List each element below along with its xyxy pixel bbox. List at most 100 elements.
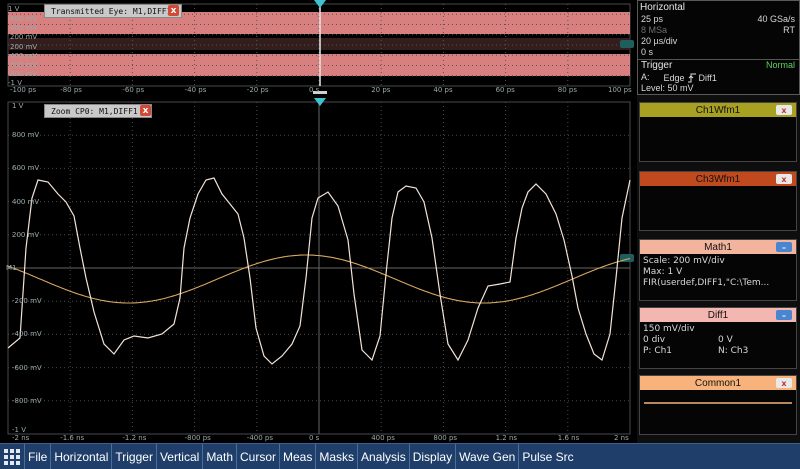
trigger-title: Trigger [641,60,673,71]
signal-icon-ch3[interactable]: Ch3Wfm1 x [639,171,797,231]
signal-icon-ch1[interactable]: Ch1Wfm1 x [639,102,797,162]
minimize-icon: – [782,242,786,252]
signal-header-math1: Math1 – [640,240,796,254]
zoom-y-label-9: -800 mV [12,396,42,405]
overview-title-text: Transmitted Eye: M1,DIFF1 [51,6,172,16]
overview-close-button[interactable]: x [168,5,179,16]
menu-horizontal[interactable]: Horizontal [50,443,111,469]
zoom-x-label-7: 800 ps [433,434,458,442]
acq-mode-value: RT [783,25,795,35]
math1-expression: FIR(userdef,DIFF1,"C:\Tem... [643,278,770,288]
rising-edge-icon [687,73,696,82]
close-icon: x [142,105,149,116]
overview-x-label-3: -40 ps [184,86,207,94]
overview-diagram-title[interactable]: Transmitted Eye: M1,DIFF1 [44,4,182,18]
signal-icon-common1[interactable]: Common1 x [639,375,797,435]
record-length-value: 8 MSa [641,25,668,35]
zoom-x-label-6: 400 ps [371,434,395,442]
menu-math[interactable]: Math [202,443,236,469]
overview-y-label-3: 200 mV [10,33,38,41]
zoom-y-label-7: -400 mV [12,330,42,339]
zoom-x-label-2: -1.2 ns [122,434,147,442]
resolution-value: 25 ps [641,14,664,24]
position-value: 0 s [641,47,654,57]
overview-x-label-9: 80 ps [557,86,578,94]
overview-x-label-7: 40 ps [433,86,453,94]
overview-x-label-0: -100 ps [10,86,37,94]
diff1-offset: 0 V [718,335,733,345]
menu-masks[interactable]: Masks [315,443,357,469]
overview-y-label-7: 800 mV [10,70,38,78]
diff1-scale: 150 mV/div [643,324,695,334]
trigger-header: Trigger Normal [641,60,795,72]
zoom-y-label-4: 200 mV [12,230,40,239]
app-menu-grid-icon[interactable] [0,444,24,469]
menu-analysis[interactable]: Analysis [357,443,409,469]
overview-y-label-5: 400 mV [10,52,38,60]
zoom-y-label-1: 800 mV [12,131,40,140]
menu-display[interactable]: Display [408,443,455,469]
trigger-row-2: Level: 50 mV [641,83,795,94]
zoom-x-label-1: -1.6 ns [60,434,85,442]
signal-name-common1: Common1 [694,377,742,389]
math1-minimize-button[interactable]: – [776,242,792,252]
horizontal-trigger-box[interactable]: Horizontal 25 ps 40 GSa/s 8 MSa RT 20 µs… [637,0,800,95]
zoom-y-label-10: -1 V [12,426,26,434]
overview-diagram[interactable]: Transmitted Eye: M1,DIFF1 x 1 V 600 mV 400… [0,0,636,96]
diff1-source-row: P: Ch1 N: Ch3 [640,346,796,357]
zoom-x-label-4: -400 ps [246,434,273,442]
time-scale-value: 20 µs/div [641,36,678,46]
common1-close-button[interactable]: x [776,378,792,388]
common1-trace-preview [644,402,792,404]
ch3-close-button[interactable]: x [776,174,792,184]
close-icon: x [170,5,177,16]
signal-header-ch3: Ch3Wfm1 x [640,172,796,186]
overview-x-label-6: 20 ps [371,86,391,94]
sample-rate-value: 40 GSa/s [757,14,795,24]
diff1-minimize-button[interactable]: – [776,310,792,320]
zoom-diagram[interactable]: Zoom CP0: M1,DIFF1 x 1 V 800 mV 600 mV 400 … [0,98,636,443]
overview-x-label-8: 60 ps [495,86,515,94]
trigger-row-1: A: Edge Diff1 [641,72,795,83]
zoom-y-label-6: -200 mV [12,297,42,306]
close-icon: x [781,105,787,115]
menu-vertical[interactable]: Vertical [155,443,202,469]
menu-cursor[interactable]: Cursor [236,443,279,469]
trigger-mode: Normal [765,60,795,70]
signal-name-ch3: Ch3Wfm1 [695,173,741,185]
menu-items: File Horizontal Trigger Vertical Math Cursor M… [24,443,577,469]
zoom-y-label-2: 600 mV [12,164,40,173]
trace-marker [620,40,634,48]
menu-trigger[interactable]: Trigger [111,443,156,469]
horizontal-row-2: 8 MSa RT [641,25,795,36]
zoom-y-label-5: M1 [6,264,17,272]
zoom-y-label-0: 1 V [12,102,24,110]
ch1-close-button[interactable]: x [776,105,792,115]
overview-x-label-1: -80 ps [60,86,82,94]
zoom-diagram-title[interactable]: Zoom CP0: M1,DIFF1 [44,104,152,118]
diff1-offset-row: 0 div 0 V [640,335,796,346]
close-icon: x [781,174,787,184]
zoom-y-label-8: -600 mV [12,363,42,372]
zoom-close-button[interactable]: x [140,105,151,116]
overview-x-label-2: -60 ps [122,86,145,94]
overview-x-label-5: 0 s [309,86,320,94]
menu-pulse-src[interactable]: Pulse Src [518,443,576,469]
menu-wave-gen[interactable]: Wave Gen [455,443,518,469]
signal-icon-diff1[interactable]: Diff1 – 150 mV/div 0 div 0 V P: Ch1 N: C… [639,307,797,369]
zoom-plot[interactable] [0,98,636,443]
zoom-x-label-10: 2 ns [614,434,629,442]
signal-header-common1: Common1 x [640,376,796,390]
menu-file[interactable]: File [24,443,50,469]
close-icon: x [781,378,787,388]
menu-meas[interactable]: Meas [279,443,315,469]
zoom-x-label-0: -2 ns [12,434,30,442]
diff1-positive-source: P: Ch1 [643,346,673,356]
math1-scale: Scale: 200 mV/div [643,256,725,266]
diff1-position: 0 div [643,335,666,345]
overview-y-label-6: 600 mV [10,61,38,69]
overview-y-label-1: 600 mV [10,15,38,23]
trigger-source: Diff1 [698,72,717,83]
zoom-x-label-8: 1.2 ns [495,434,518,442]
signal-icon-math1[interactable]: Math1 – Scale: 200 mV/div Max: 1 V FIR(u… [639,239,797,301]
